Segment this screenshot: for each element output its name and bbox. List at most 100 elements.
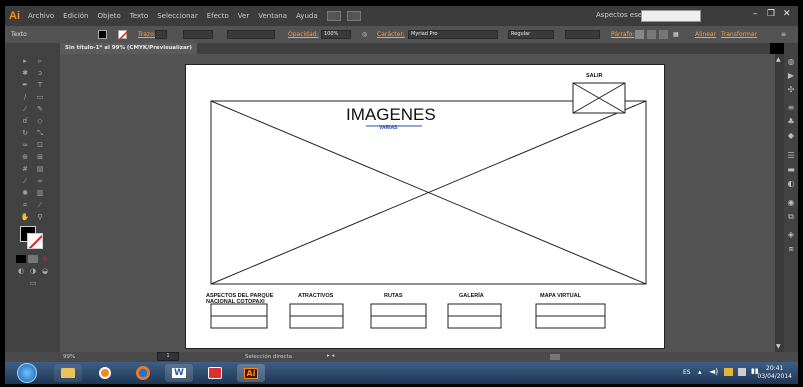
- network-icon[interactable]: [738, 368, 746, 376]
- section-label-galeria[interactable]: GALERÍA: [459, 293, 484, 299]
- rectangle-tool-icon[interactable]: ▭: [35, 93, 45, 101]
- menu-ventana[interactable]: Ventana: [258, 12, 287, 20]
- menu-texto[interactable]: Texto: [130, 12, 148, 20]
- variable-width-field[interactable]: [183, 30, 213, 39]
- transform-label[interactable]: Transformar: [721, 31, 757, 38]
- tray-arrow-icon[interactable]: ▴: [698, 368, 702, 376]
- mesh-tool-icon[interactable]: #: [20, 165, 30, 173]
- bridge-icon[interactable]: [326, 11, 341, 21]
- swatches-icon[interactable]: ✣: [786, 85, 796, 94]
- zoom-field[interactable]: 99%: [63, 354, 75, 360]
- gradient-panel-icon[interactable]: ▬: [786, 165, 796, 174]
- volume-icon[interactable]: ◄): [709, 367, 718, 376]
- brushes-icon[interactable]: ≡: [786, 103, 796, 112]
- blend-tool-icon[interactable]: ∞: [35, 177, 45, 185]
- links-panel-icon[interactable]: ⧈: [786, 244, 796, 253]
- none-mode-icon[interactable]: ⊘: [40, 255, 50, 263]
- paragraph-label[interactable]: Párrafo:: [611, 31, 634, 38]
- selection-tool-icon[interactable]: ▸: [20, 57, 30, 65]
- menu-ayuda[interactable]: Ayuda: [296, 12, 318, 20]
- minimize-icon[interactable]: –: [753, 9, 758, 19]
- recolor-icon[interactable]: ◎: [362, 31, 367, 38]
- scale-tool-icon[interactable]: ⤡: [35, 129, 45, 137]
- explorer-icon[interactable]: [54, 364, 82, 382]
- restore-icon[interactable]: ❐: [767, 9, 775, 19]
- opacity-label[interactable]: Opacidad:: [288, 31, 319, 38]
- opacity-field[interactable]: 100%: [321, 30, 351, 39]
- firefox-icon[interactable]: [129, 364, 157, 382]
- artboards-panel-icon[interactable]: ◈: [786, 230, 796, 239]
- character-label[interactable]: Carácter:: [377, 31, 405, 38]
- direct-selection-tool-icon[interactable]: ▹: [35, 57, 45, 65]
- hand-tool-icon[interactable]: ✋: [20, 213, 30, 221]
- menu-seleccionar[interactable]: Seleccionar: [157, 12, 198, 20]
- font-style-field[interactable]: Regular: [508, 30, 554, 39]
- menu-edicion[interactable]: Edición: [63, 12, 88, 20]
- gradient-mode-icon[interactable]: [28, 255, 38, 263]
- line-tool-icon[interactable]: /: [20, 93, 30, 101]
- align-left-icon[interactable]: [635, 30, 644, 39]
- section-label-rutas[interactable]: RUTAS: [384, 293, 403, 299]
- page-field[interactable]: 1: [157, 352, 179, 361]
- document-tab[interactable]: Sin título-1* al 99% (CMYK/Previsualizar…: [60, 43, 197, 54]
- pencil-tool-icon[interactable]: ✎: [35, 105, 45, 113]
- stroke-panel-icon[interactable]: ☰: [786, 151, 796, 160]
- type-tool-icon[interactable]: T: [35, 81, 45, 89]
- gradient-tool-icon[interactable]: ▤: [35, 165, 45, 173]
- eraser-tool-icon[interactable]: ◇: [35, 117, 45, 125]
- language-indicator[interactable]: ES: [683, 369, 691, 376]
- draw-normal-icon[interactable]: ◐: [16, 267, 26, 275]
- menu-archivo[interactable]: Archivo: [28, 12, 54, 20]
- panel-menu-icon[interactable]: ≡: [781, 31, 786, 38]
- section-label-atractivos[interactable]: ATRACTIVOS: [298, 293, 333, 299]
- section-label-mapa-virtual[interactable]: MAPA VIRTUAL: [540, 293, 581, 299]
- folder-tray-icon[interactable]: [724, 368, 733, 376]
- status-arrow-icon[interactable]: ▸ ◂: [327, 353, 334, 359]
- transparency-panel-icon[interactable]: ◐: [786, 179, 796, 188]
- slice-tool-icon[interactable]: ⟋: [35, 201, 45, 209]
- stroke-swatch[interactable]: [118, 30, 128, 40]
- paintbrush-tool-icon[interactable]: ⁄: [20, 105, 30, 113]
- artboard[interactable]: SALIR IMAGENES VARIAS ASPECTOS DEL PARQU…: [185, 64, 665, 349]
- color-panel-icon[interactable]: ◍: [786, 57, 796, 66]
- appearance-panel-icon[interactable]: ◉: [786, 198, 796, 207]
- align-center-icon[interactable]: [647, 30, 656, 39]
- rotate-tool-icon[interactable]: ↻: [20, 129, 30, 137]
- arrange-documents-icon[interactable]: [346, 11, 361, 21]
- artboard-tool-icon[interactable]: ⌗: [20, 201, 30, 209]
- screen-mode-icon[interactable]: ▭: [28, 279, 38, 287]
- pen-tool-icon[interactable]: ✒: [20, 81, 30, 89]
- media-player-icon[interactable]: [91, 364, 119, 382]
- menu-efecto[interactable]: Efecto: [207, 12, 229, 20]
- width-tool-icon[interactable]: ≈: [20, 141, 30, 149]
- symbols-icon[interactable]: ♣: [786, 117, 796, 126]
- stroke-weight-field[interactable]: [155, 30, 167, 39]
- stroke-label[interactable]: Trazo:: [138, 31, 156, 38]
- symbol-sprayer-tool-icon[interactable]: ✺: [20, 189, 30, 197]
- shape-builder-tool-icon[interactable]: ⊕: [20, 153, 30, 161]
- system-clock[interactable]: 20:41 03/04/2014: [757, 365, 792, 381]
- start-orb-icon[interactable]: [17, 363, 37, 383]
- draw-behind-icon[interactable]: ◑: [28, 267, 38, 275]
- word-icon[interactable]: W: [165, 364, 193, 382]
- section-label-aspectos[interactable]: ASPECTOS DEL PARQUE NACIONAL COTOPAXI: [206, 293, 273, 305]
- color-guide-icon[interactable]: ▶: [786, 71, 796, 80]
- illustrator-taskbar-icon[interactable]: Ai: [237, 364, 265, 382]
- fill-swatch[interactable]: [98, 30, 107, 39]
- help-search-input[interactable]: [641, 10, 701, 22]
- exit-label[interactable]: SALIR: [586, 73, 603, 79]
- blob-brush-tool-icon[interactable]: ɗ: [20, 117, 30, 125]
- graphic-styles-icon[interactable]: ◆: [786, 131, 796, 140]
- stroke-color-box[interactable]: [27, 233, 43, 249]
- layers-panel-icon[interactable]: ⧉: [786, 212, 796, 221]
- align-label[interactable]: Alinear: [695, 31, 716, 38]
- perspective-grid-tool-icon[interactable]: ⊞: [35, 153, 45, 161]
- column-graph-tool-icon[interactable]: ▥: [35, 189, 45, 197]
- eyedropper-tool-icon[interactable]: ⁄: [20, 177, 30, 185]
- brush-field[interactable]: [227, 30, 275, 39]
- vertical-scrollbar[interactable]: ▲ ▼: [775, 54, 784, 352]
- scroll-down-icon[interactable]: ▼: [776, 343, 781, 350]
- font-size-field[interactable]: [565, 30, 600, 39]
- zoom-tool-icon[interactable]: ⚲: [35, 213, 45, 221]
- close-icon[interactable]: ✕: [783, 9, 791, 19]
